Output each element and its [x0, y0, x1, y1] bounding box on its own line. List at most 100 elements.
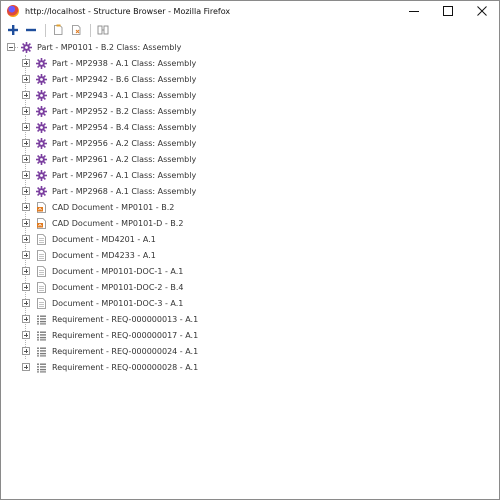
expand-toggle[interactable]: [22, 251, 30, 259]
tree-node-label: Requirement - REQ-000000013 - A.1: [52, 314, 199, 324]
expand-toggle[interactable]: [22, 219, 30, 227]
expand-toggle[interactable]: [22, 187, 30, 195]
tree-node[interactable]: Part - MP2954 - B.4 Class: Assembly: [22, 119, 196, 135]
expand-toggle[interactable]: [22, 107, 30, 115]
tree-node-label: Part - MP2967 - A.1 Class: Assembly: [52, 170, 197, 180]
close-icon: [477, 6, 487, 16]
gear-icon: [36, 121, 47, 133]
tree-node-label: Part - MP2943 - A.1 Class: Assembly: [52, 90, 197, 100]
document-icon: [36, 265, 47, 277]
tree-node[interactable]: Requirement - REQ-000000017 - A.1: [22, 327, 198, 343]
collapse-all-button[interactable]: [23, 22, 39, 38]
gear-icon: [21, 41, 32, 53]
window-title: http://localhost - Structure Browser - M…: [25, 6, 231, 16]
toolbar-separator: [45, 23, 46, 37]
tree-node[interactable]: Part - MP2968 - A.1 Class: Assembly: [22, 183, 196, 199]
minimize-button[interactable]: [397, 1, 431, 21]
copy-icon: [54, 24, 63, 35]
tree-node[interactable]: Part - MP2943 - A.1 Class: Assembly: [22, 87, 196, 103]
expand-toggle[interactable]: [22, 315, 30, 323]
tree-node-label: CAD Document - MP0101 - B.2: [52, 202, 175, 212]
tree-node[interactable]: Document - MD4201 - A.1: [22, 231, 156, 247]
expand-toggle[interactable]: [22, 59, 30, 67]
tree-node[interactable]: Part - MP2952 - B.2 Class: Assembly: [22, 103, 196, 119]
gear-icon: [36, 105, 47, 117]
expand-toggle[interactable]: [22, 171, 30, 179]
tree-node[interactable]: Part - MP2956 - A.2 Class: Assembly: [22, 135, 196, 151]
tree-node[interactable]: Document - MP0101-DOC-3 - A.1: [22, 295, 183, 311]
tree-node[interactable]: Part - MP2961 - A.2 Class: Assembly: [22, 151, 196, 167]
toolbar: [1, 21, 499, 39]
gear-icon: [36, 57, 47, 69]
gear-icon: [36, 185, 47, 197]
maximize-button[interactable]: [431, 1, 465, 21]
expand-all-button[interactable]: [5, 22, 21, 38]
tree-node-label: CAD Document - MP0101-D - B.2: [52, 218, 184, 228]
expand-toggle[interactable]: [22, 123, 30, 131]
document-icon: [36, 297, 47, 309]
tree-node-label: Document - MP0101-DOC-2 - B.4: [52, 282, 184, 292]
tree-node[interactable]: CAD Document - MP0101 - B.2: [22, 199, 174, 215]
expand-toggle[interactable]: [22, 91, 30, 99]
expand-toggle[interactable]: [22, 299, 30, 307]
requirement-icon: [36, 362, 47, 373]
gear-icon: [36, 137, 47, 149]
gear-icon: [36, 169, 47, 181]
cad-document-icon: [36, 217, 47, 229]
tree-node-label: Part - MP2968 - A.1 Class: Assembly: [52, 186, 197, 196]
requirement-icon: [36, 330, 47, 341]
tree-node[interactable]: Part - MP2967 - A.1 Class: Assembly: [22, 167, 196, 183]
requirement-icon: [36, 346, 47, 357]
tree-node[interactable]: Requirement - REQ-000000028 - A.1: [22, 359, 198, 375]
tree-node[interactable]: Requirement - REQ-000000024 - A.1: [22, 343, 198, 359]
tree-node-label: Document - MP0101-DOC-3 - A.1: [52, 298, 184, 308]
tree-node-label: Part - MP2938 - A.1 Class: Assembly: [52, 58, 197, 68]
tree-node[interactable]: CAD Document - MP0101-D - B.2: [22, 215, 183, 231]
collapse-toggle[interactable]: [7, 43, 15, 51]
document-icon: [36, 249, 47, 261]
window-controls: [397, 1, 499, 21]
copy-button[interactable]: [50, 22, 66, 38]
tree-node-label: Part - MP2961 - A.2 Class: Assembly: [52, 154, 197, 164]
tree-node[interactable]: Document - MP0101-DOC-2 - B.4: [22, 279, 184, 295]
tree-node[interactable]: Part - MP2938 - A.1 Class: Assembly: [22, 55, 196, 71]
tree-node[interactable]: Document - MD4233 - A.1: [22, 247, 156, 263]
paste-button[interactable]: [68, 22, 84, 38]
expand-toggle[interactable]: [22, 75, 30, 83]
requirement-icon: [36, 314, 47, 325]
expand-toggle[interactable]: [22, 235, 30, 243]
expand-toggle[interactable]: [22, 203, 30, 211]
tree-node-label: Requirement - REQ-000000017 - A.1: [52, 330, 199, 340]
tree-node-label: Part - MP2956 - A.2 Class: Assembly: [52, 138, 197, 148]
document-icon: [36, 281, 47, 293]
document-icon: [36, 233, 47, 245]
tree-node[interactable]: Requirement - REQ-000000013 - A.1: [22, 311, 198, 327]
tree-node-label: Requirement - REQ-000000028 - A.1: [52, 362, 199, 372]
minimize-icon: [409, 11, 419, 12]
expand-toggle[interactable]: [22, 283, 30, 291]
tree-node[interactable]: Document - MP0101-DOC-1 - A.1: [22, 263, 183, 279]
tree-node-root[interactable]: Part - MP0101 - B.2 Class: Assembly: [7, 39, 181, 55]
expand-toggle[interactable]: [22, 155, 30, 163]
expand-toggle[interactable]: [22, 347, 30, 355]
maximize-icon: [443, 6, 453, 16]
expand-toggle[interactable]: [22, 139, 30, 147]
tree-node-label: Document - MD4233 - A.1: [52, 250, 156, 260]
gear-icon: [36, 89, 47, 101]
tree-node-label: Requirement - REQ-000000024 - A.1: [52, 346, 199, 356]
compare-icon: [97, 25, 109, 35]
expand-toggle[interactable]: [22, 363, 30, 371]
tree-node-label: Document - MD4201 - A.1: [52, 234, 156, 244]
expand-toggle[interactable]: [22, 331, 30, 339]
paste-icon: [72, 25, 81, 35]
tree-node-label: Part - MP2942 - B.6 Class: Assembly: [52, 74, 197, 84]
gear-icon: [36, 73, 47, 85]
title-bar: http://localhost - Structure Browser - M…: [1, 1, 499, 21]
compare-button[interactable]: [95, 22, 111, 38]
tree-node[interactable]: Part - MP2942 - B.6 Class: Assembly: [22, 71, 196, 87]
close-button[interactable]: [465, 1, 499, 21]
toolbar-separator: [90, 23, 91, 37]
expand-toggle[interactable]: [22, 267, 30, 275]
cad-document-icon: [36, 201, 47, 213]
tree-node-label: Part - MP2954 - B.4 Class: Assembly: [52, 122, 197, 132]
